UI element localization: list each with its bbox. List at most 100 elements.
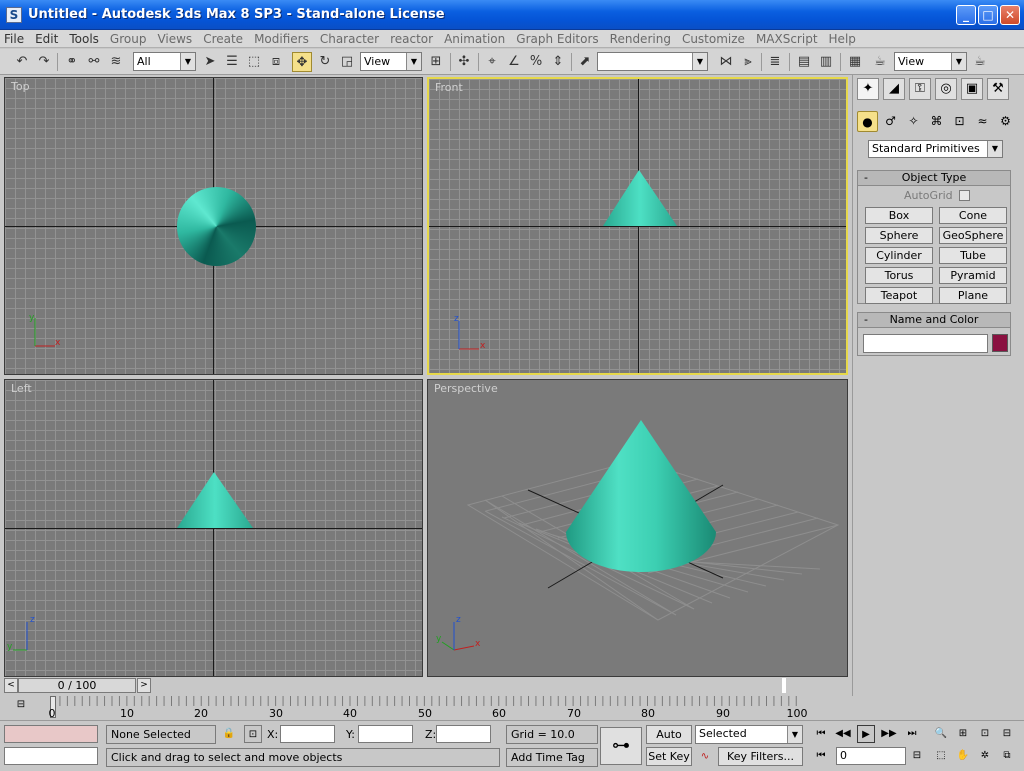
current-frame-input[interactable]: 0 [836,747,906,765]
viewport-front[interactable]: Front x z [427,77,848,375]
unlink-icon[interactable]: ⚯ [84,52,104,72]
menu-edit[interactable]: Edit [35,32,58,46]
add-time-tag-button[interactable]: Add Time Tag [506,748,598,767]
go-to-start-icon[interactable]: ⏮ [812,725,830,743]
layer-manager-icon[interactable]: ≣ [765,52,785,72]
cone-left-view[interactable] [175,470,255,530]
material-editor-icon[interactable]: ▦ [845,52,865,72]
minimize-button[interactable]: _ [956,5,976,25]
display-tab-icon[interactable]: ▣ [961,78,983,100]
menu-maxscript[interactable]: MAXScript [756,32,818,46]
menu-help[interactable]: Help [829,32,856,46]
render-view-dropdown[interactable]: View ▼ [894,52,967,71]
reference-coordinate-dropdown[interactable]: View ▼ [360,52,422,71]
modify-tab-icon[interactable]: ◢ [883,78,905,100]
select-and-manipulate-icon[interactable]: ✣ [454,52,474,72]
box-button[interactable]: Box [865,207,933,224]
teapot-button[interactable]: Teapot [865,287,933,304]
cone-top-view[interactable] [177,187,256,266]
y-coordinate-input[interactable] [358,725,413,743]
viewport-left-label[interactable]: Left [11,382,32,395]
viewport-perspective[interactable]: Perspective x y z [427,379,848,677]
cone-button[interactable]: Cone [939,207,1007,224]
time-configuration-icon[interactable]: ⊟ [908,747,926,765]
create-tab-icon[interactable]: ✦ [857,78,879,100]
zoom-icon[interactable]: 🔍 [932,725,950,743]
cylinder-button[interactable]: Cylinder [865,247,933,264]
set-keys-key-icon[interactable]: ⊶ [600,727,642,765]
percent-snap-icon[interactable]: % [526,52,546,72]
time-slider-thumb[interactable]: 0 / 100 [18,678,136,693]
menu-rendering[interactable]: Rendering [610,32,671,46]
auto-key-button[interactable]: Auto Key [646,725,692,758]
viewport-top-label[interactable]: Top [11,80,30,93]
motion-tab-icon[interactable]: ◎ [935,78,957,100]
absolute-mode-icon[interactable]: ⊡ [244,725,262,743]
go-to-end-icon[interactable]: ⏭ [903,725,921,743]
zoom-extents-icon[interactable]: ⊡ [976,725,994,743]
utilities-tab-icon[interactable]: ⚒ [987,78,1009,100]
lock-icon[interactable]: 🔒 [220,725,238,743]
menu-views[interactable]: Views [157,32,192,46]
maxscript-listener-white[interactable] [4,747,98,765]
close-button[interactable]: ✕ [1000,5,1020,25]
object-name-input[interactable] [863,334,988,353]
previous-frame-icon[interactable]: ◀◀ [834,725,852,743]
angle-snap-icon[interactable]: ∠ [504,52,524,72]
viewport-left[interactable]: Left y z [4,379,423,677]
menu-group[interactable]: Group [110,32,147,46]
maximize-viewport-icon[interactable]: ⧉ [998,747,1016,765]
rectangular-selection-icon[interactable]: ⬚ [244,52,264,72]
select-by-name-icon[interactable]: ☰ [222,52,242,72]
menu-customize[interactable]: Customize [682,32,745,46]
hierarchy-tab-icon[interactable]: ⚿ [909,78,931,100]
slider-prev-icon[interactable]: < [4,678,18,693]
window-crossing-icon[interactable]: ⧈ [266,52,286,72]
key-filters-button[interactable]: Key Filters... [718,747,803,766]
zoom-extents-all-icon[interactable]: ⊟ [998,725,1016,743]
key-mode-toggle-icon[interactable]: ⏮ [812,747,830,765]
shapes-icon[interactable]: ♂ [880,111,901,132]
maximize-button[interactable]: □ [978,5,998,25]
pan-view-icon[interactable]: ✋ [954,747,972,765]
space-warps-icon[interactable]: ≈ [972,111,993,132]
pyramid-button[interactable]: Pyramid [939,267,1007,284]
object-color-swatch[interactable] [992,334,1008,352]
autogrid-checkbox[interactable] [959,190,970,201]
cameras-icon[interactable]: ⌘ [926,111,947,132]
mini-curve-editor-icon[interactable]: ⊟ [12,696,30,714]
play-icon[interactable]: ▶ [857,725,875,743]
track-bar[interactable]: ⊟ 0 10 20 30 40 50 60 70 80 90 100 [0,694,852,720]
category-dropdown[interactable]: Standard Primitives ▼ [868,140,1003,158]
menu-character[interactable]: Character [320,32,379,46]
default-in-out-tangent-icon[interactable]: ∿ [696,748,714,766]
menu-reactor[interactable]: reactor [390,32,433,46]
schematic-view-icon[interactable]: ▥ [816,52,836,72]
selection-filter-dropdown[interactable]: All ▼ [133,52,196,71]
object-type-header[interactable]: - Object Type [858,171,1010,186]
key-mode-dropdown[interactable]: Selected ▼ [695,725,803,744]
redo-icon[interactable]: ↷ [34,52,54,72]
tube-button[interactable]: Tube [939,247,1007,264]
geosphere-button[interactable]: GeoSphere [939,227,1007,244]
set-key-button[interactable]: Set Key [646,747,692,766]
mirror-icon[interactable]: ⋈ [716,52,736,72]
select-and-move-icon[interactable]: ✥ [292,52,312,72]
torus-button[interactable]: Torus [865,267,933,284]
quick-render-icon[interactable]: ☕ [970,52,990,72]
helpers-icon[interactable]: ⊡ [949,111,970,132]
app-logo-icon[interactable]: S [6,6,22,23]
select-and-link-icon[interactable]: ⚭ [62,52,82,72]
systems-icon[interactable]: ⚙ [995,111,1016,132]
region-zoom-icon[interactable]: ⬚ [932,747,950,765]
select-object-icon[interactable]: ➤ [200,52,220,72]
name-and-color-header[interactable]: - Name and Color [858,313,1010,328]
select-and-scale-icon[interactable]: ◲ [337,52,357,72]
align-icon[interactable]: ⫸ [738,52,758,72]
z-coordinate-input[interactable] [436,725,491,743]
menu-graph-editors[interactable]: Graph Editors [516,32,598,46]
x-coordinate-input[interactable] [280,725,335,743]
menu-create[interactable]: Create [203,32,243,46]
next-frame-icon[interactable]: ▶▶ [880,725,898,743]
spinner-snap-icon[interactable]: ⇕ [548,52,568,72]
